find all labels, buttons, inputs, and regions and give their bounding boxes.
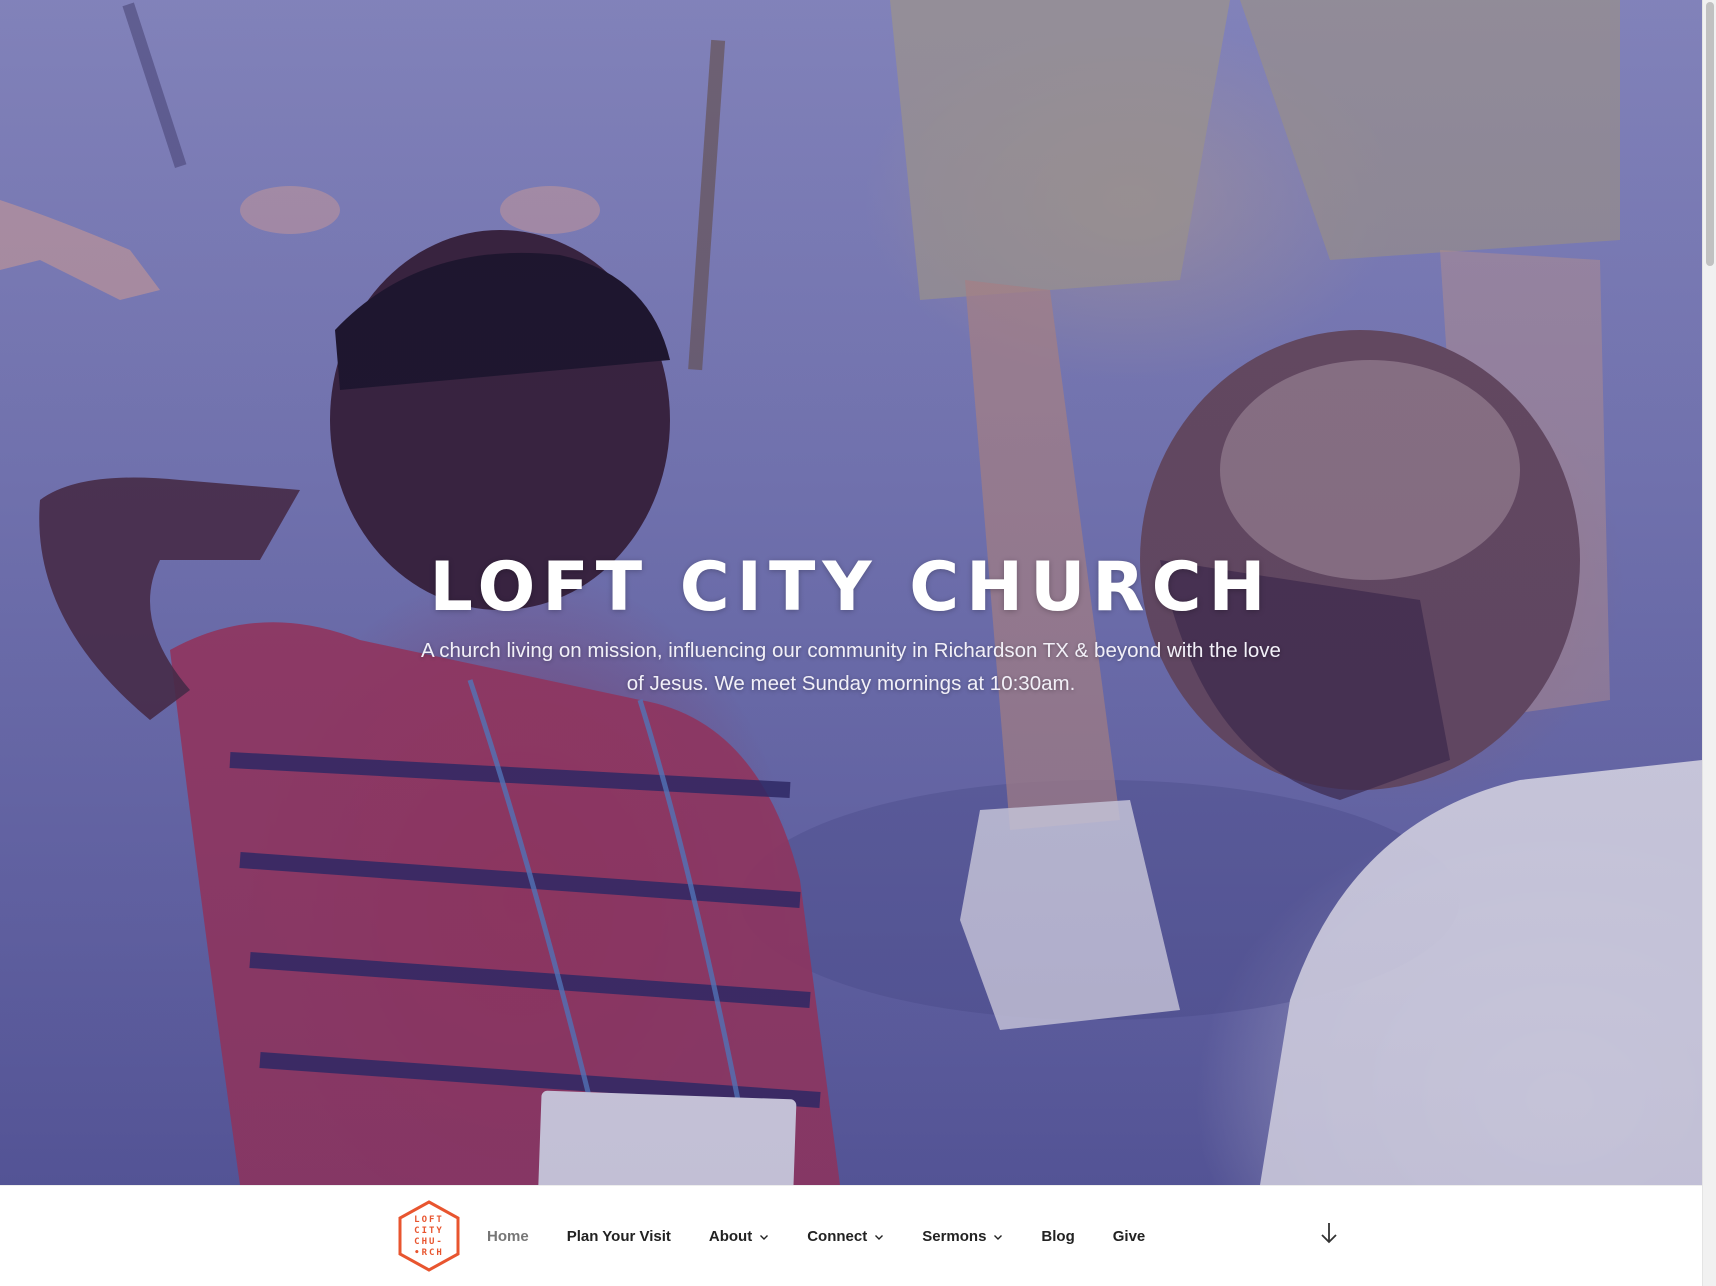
nav-item-label: Sermons xyxy=(922,1228,987,1245)
nav-menu: Home Plan Your Visit About Connect Sermo… xyxy=(487,1186,1183,1286)
nav-item-sermons[interactable]: Sermons xyxy=(922,1228,1003,1245)
logo-line-3: CHU- xyxy=(414,1237,444,1247)
nav-item-about[interactable]: About xyxy=(709,1228,769,1245)
hero-header: LOFT CITY CHURCH A church living on miss… xyxy=(0,0,1702,1185)
chevron-down-icon xyxy=(875,1234,884,1240)
chevron-down-icon xyxy=(994,1234,1003,1240)
nav-item-label: Connect xyxy=(807,1228,868,1245)
site-title[interactable]: LOFT CITY CHURCH xyxy=(0,548,1702,627)
chevron-down-icon xyxy=(760,1234,769,1240)
vertical-scrollbar[interactable] xyxy=(1702,0,1716,1286)
nav-item-connect[interactable]: Connect xyxy=(807,1228,884,1245)
logo-line-2: CITY xyxy=(414,1226,444,1236)
nav-item-label: Home xyxy=(487,1228,529,1245)
logo-line-1: LOFT xyxy=(414,1215,444,1225)
nav-item-home[interactable]: Home xyxy=(487,1228,529,1245)
scroll-down-button[interactable] xyxy=(1318,1220,1340,1248)
main-navigation: LOFT CITY CHU- •RCH Home Plan Your Visit… xyxy=(0,1185,1702,1286)
nav-item-give[interactable]: Give xyxy=(1113,1228,1146,1245)
arrow-down-icon xyxy=(1321,1223,1337,1244)
nav-item-label: About xyxy=(708,1228,753,1245)
nav-item-label: Give xyxy=(1112,1228,1146,1245)
logo-text: LOFT CITY CHU- •RCH xyxy=(396,1215,462,1259)
nav-item-label: Blog xyxy=(1041,1228,1075,1245)
site-logo[interactable]: LOFT CITY CHU- •RCH xyxy=(396,1199,462,1273)
nav-item-label: Plan Your Visit xyxy=(566,1228,671,1245)
nav-item-plan-your-visit[interactable]: Plan Your Visit xyxy=(567,1228,671,1245)
nav-item-blog[interactable]: Blog xyxy=(1041,1228,1074,1245)
site-tagline: A church living on mission, influencing … xyxy=(421,639,1281,695)
logo-line-4: •RCH xyxy=(414,1248,444,1258)
scrollbar-thumb[interactable] xyxy=(1706,2,1714,266)
